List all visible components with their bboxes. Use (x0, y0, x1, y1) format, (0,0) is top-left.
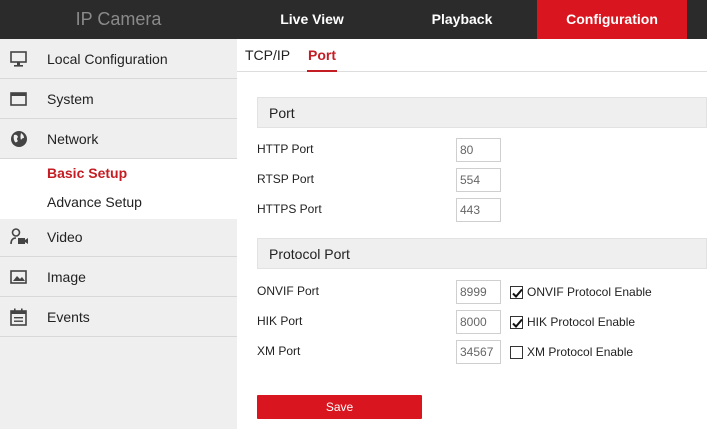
xm-enable-label: XM Protocol Enable (527, 345, 634, 359)
sidebar-item-network[interactable]: Network (0, 119, 237, 159)
save-button[interactable]: Save (257, 395, 422, 419)
submenu-item-basic-setup[interactable]: Basic Setup (47, 159, 127, 188)
monitor-icon (9, 50, 29, 68)
sidebar-item-label: System (47, 91, 94, 107)
sidebar-item-label: Network (47, 131, 99, 147)
hik-enable-checkbox[interactable] (510, 316, 523, 329)
http-port-input[interactable] (456, 138, 501, 162)
nav-tab-live-view[interactable]: Live View (237, 0, 387, 39)
checkmark-icon (512, 318, 523, 328)
camera-person-icon (9, 228, 29, 246)
sidebar: Local Configuration System Network Basic… (0, 39, 237, 429)
rtsp-port-label: RTSP Port (257, 172, 314, 186)
xm-enable-checkbox[interactable] (510, 346, 523, 359)
image-icon (9, 268, 29, 286)
onvif-enable-checkbox[interactable] (510, 286, 523, 299)
top-bar: IP Camera Live View Playback Configurati… (0, 0, 707, 39)
sidebar-item-label: Local Configuration (47, 51, 168, 67)
protocol-port-section-header: Protocol Port (257, 238, 707, 269)
sidebar-item-video[interactable]: Video (0, 217, 237, 257)
window-icon (9, 90, 29, 108)
port-section-header: Port (257, 97, 707, 128)
hik-enable-label: HIK Protocol Enable (527, 315, 636, 329)
xm-port-input[interactable] (456, 340, 501, 364)
rtsp-port-input[interactable] (456, 168, 501, 192)
sidebar-item-events[interactable]: Events (0, 297, 237, 337)
network-submenu: Basic Setup Advance Setup (0, 159, 237, 219)
http-port-label: HTTP Port (257, 142, 314, 156)
tab-tcpip[interactable]: TCP/IP (245, 39, 290, 72)
submenu-item-advance-setup[interactable]: Advance Setup (47, 188, 142, 217)
https-port-label: HTTPS Port (257, 202, 322, 216)
sidebar-item-label: Events (47, 309, 90, 325)
onvif-enable-label: ONVIF Protocol Enable (527, 285, 652, 299)
xm-port-label: XM Port (257, 344, 301, 358)
sidebar-item-label: Video (47, 229, 83, 245)
onvif-port-input[interactable] (456, 280, 501, 304)
sidebar-item-system[interactable]: System (0, 79, 237, 119)
calendar-icon (9, 308, 29, 326)
https-port-input[interactable] (456, 198, 501, 222)
hik-port-input[interactable] (456, 310, 501, 334)
sidebar-item-label: Image (47, 269, 86, 285)
sidebar-item-image[interactable]: Image (0, 257, 237, 297)
nav-tab-playback[interactable]: Playback (387, 0, 537, 39)
checkmark-icon (512, 288, 523, 298)
sidebar-item-local-configuration[interactable]: Local Configuration (0, 39, 237, 79)
nav-tab-configuration[interactable]: Configuration (537, 0, 687, 39)
hik-port-label: HIK Port (257, 314, 303, 328)
tab-port[interactable]: Port (307, 39, 337, 72)
onvif-port-label: ONVIF Port (257, 284, 320, 298)
config-subtabs: TCP/IP Port (237, 39, 707, 72)
brand-title: IP Camera (75, 9, 162, 29)
globe-icon (9, 130, 29, 148)
